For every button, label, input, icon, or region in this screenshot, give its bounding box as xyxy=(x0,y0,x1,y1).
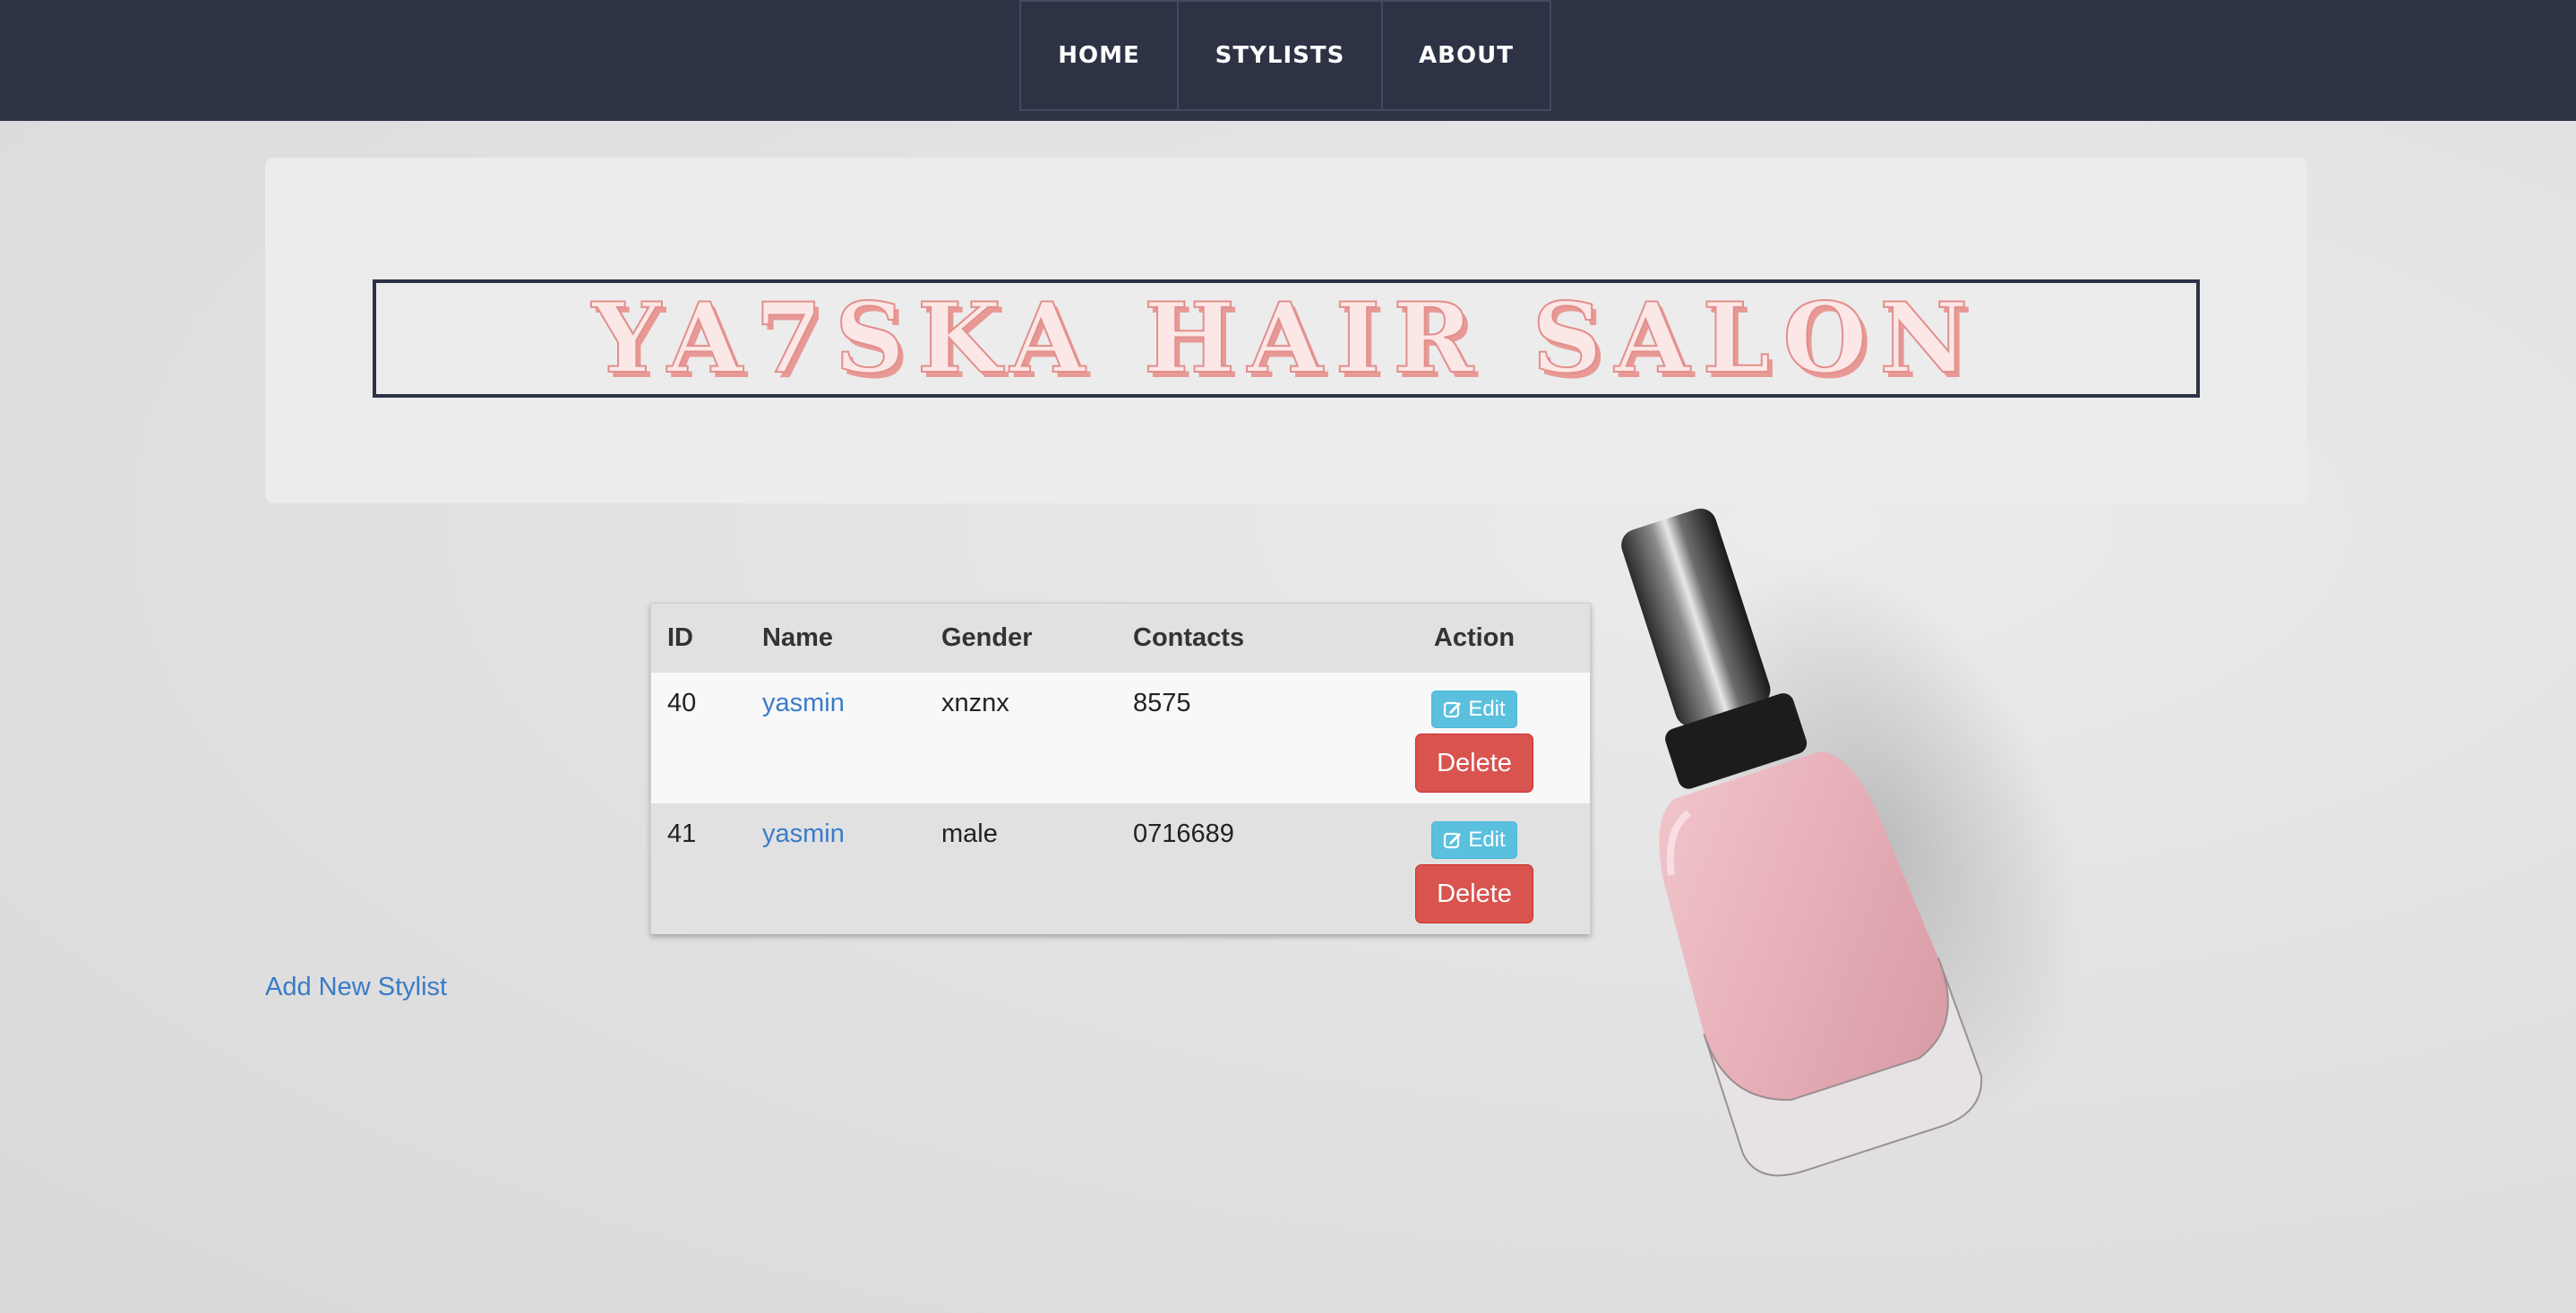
cell-name: yasmin xyxy=(746,673,925,803)
edit-icon xyxy=(1444,832,1462,849)
stylist-name-link[interactable]: yasmin xyxy=(762,689,845,717)
cell-action: Edit Delete xyxy=(1359,673,1590,803)
edit-icon xyxy=(1444,701,1462,718)
cell-action: Edit Delete xyxy=(1359,803,1590,934)
column-header-gender: Gender xyxy=(941,623,1033,652)
stylist-name-link[interactable]: yasmin xyxy=(762,820,845,848)
cell-contacts: 0716689 xyxy=(1117,803,1359,934)
edit-button-label: Edit xyxy=(1468,697,1506,721)
cell-gender: xnznx xyxy=(925,673,1117,803)
nav-home-link[interactable]: HOME xyxy=(1019,0,1179,111)
stylists-table: ID Name Gender Contacts Action 40 yasmin… xyxy=(650,603,1591,934)
cell-gender: male xyxy=(925,803,1117,934)
edit-button[interactable]: Edit xyxy=(1431,691,1517,728)
nav-list: HOME STYLISTS ABOUT xyxy=(1019,0,1551,111)
nav-stylists-link[interactable]: STYLISTS xyxy=(1179,0,1383,111)
nail-polish-image xyxy=(1621,508,2081,1177)
table-header-row: ID Name Gender Contacts Action xyxy=(651,604,1590,673)
edit-button-label: Edit xyxy=(1468,828,1506,852)
column-header-action: Action xyxy=(1433,623,1516,652)
column-header-name: Name xyxy=(762,623,833,652)
table-row: 41 yasmin male 0716689 Edit Delete xyxy=(651,803,1590,934)
cell-name: yasmin xyxy=(746,803,925,934)
page-title: YA7SKA HAIR SALON xyxy=(591,281,1981,396)
nav-about-link[interactable]: ABOUT xyxy=(1383,0,1551,111)
add-new-stylist-link[interactable]: Add New Stylist xyxy=(265,973,447,1002)
navbar: HOME STYLISTS ABOUT xyxy=(0,0,2576,121)
cell-contacts: 8575 xyxy=(1117,673,1359,803)
delete-button[interactable]: Delete xyxy=(1415,864,1533,923)
column-header-id: ID xyxy=(667,623,693,652)
cell-id: 40 xyxy=(651,673,746,803)
title-frame: YA7SKA HAIR SALON xyxy=(373,279,2200,398)
cell-id: 41 xyxy=(651,803,746,934)
delete-button[interactable]: Delete xyxy=(1415,734,1533,793)
column-header-contacts: Contacts xyxy=(1133,623,1245,652)
header-jumbotron: YA7SKA HAIR SALON xyxy=(265,158,2307,503)
edit-button[interactable]: Edit xyxy=(1431,821,1517,859)
table-row: 40 yasmin xnznx 8575 Edit Delete xyxy=(651,673,1590,803)
